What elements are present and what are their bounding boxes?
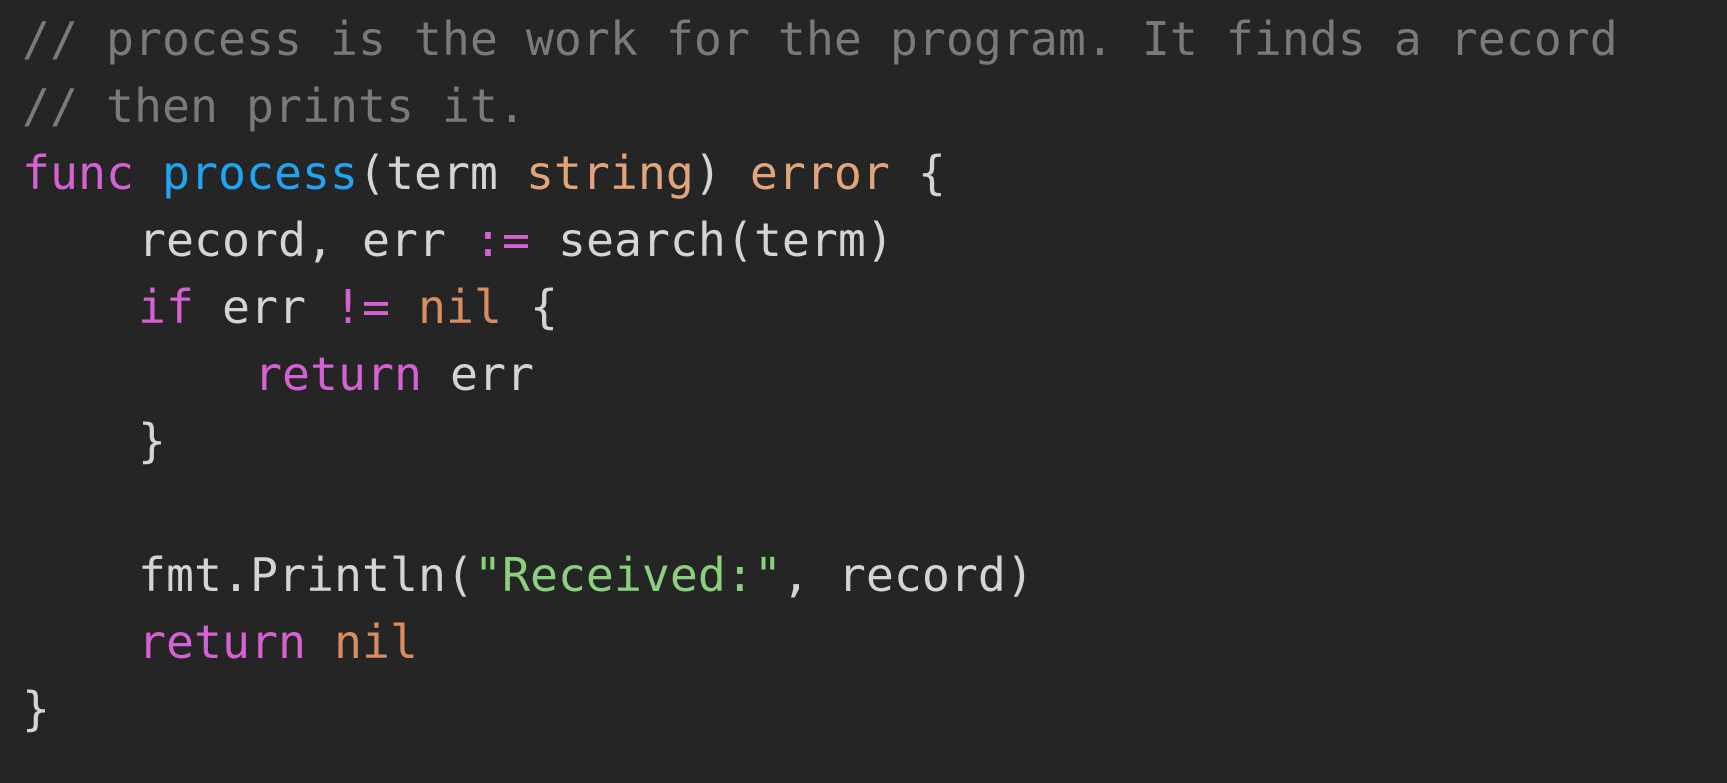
code-line[interactable]: record, err := search(term)	[22, 207, 1727, 274]
code-token-plain: }	[22, 682, 50, 736]
code-token-plain: {	[501, 280, 558, 334]
code-token-constant: nil	[417, 280, 502, 334]
code-token-keyword: return	[138, 615, 306, 669]
code-lines: // process is the work for the program. …	[22, 6, 1727, 743]
code-token-funcname: process	[161, 146, 358, 200]
code-token-plain: err	[421, 347, 534, 401]
code-token-plain: record, err	[138, 213, 474, 267]
code-token-plain: search(term)	[529, 213, 894, 267]
code-line[interactable]: // then prints it.	[22, 73, 1727, 140]
code-token-plain: , record)	[781, 548, 1034, 602]
code-token-plain: }	[138, 414, 166, 468]
code-token-plain: {	[889, 146, 946, 200]
code-token-keyword: func	[22, 146, 134, 200]
code-token-comment: // process is the work for the program. …	[22, 12, 1618, 66]
code-token-operator: !=	[333, 280, 390, 334]
code-token-type: string	[525, 146, 694, 200]
code-line[interactable]: ​	[22, 475, 1727, 542]
code-line[interactable]: }	[22, 676, 1727, 743]
code-editor[interactable]: // process is the work for the program. …	[0, 6, 1727, 783]
code-token-operator: :=	[473, 213, 530, 267]
code-line[interactable]: return nil	[22, 609, 1727, 676]
code-token-string: "Received:"	[473, 548, 782, 602]
code-token-plain: )	[693, 146, 750, 200]
code-line[interactable]: return err	[22, 341, 1727, 408]
code-line[interactable]: func process(term string) error {	[22, 140, 1727, 207]
code-token-plain: fmt.Println(	[138, 548, 474, 602]
code-line[interactable]: }	[22, 408, 1727, 475]
code-token-type: error	[749, 146, 890, 200]
code-token-keyword: if	[138, 280, 194, 334]
code-token-constant: nil	[333, 615, 418, 669]
code-line[interactable]: if err != nil {	[22, 274, 1727, 341]
code-token-comment: // then prints it.	[22, 79, 526, 133]
code-token-keyword: return	[254, 347, 422, 401]
code-line[interactable]: // process is the work for the program. …	[22, 6, 1727, 73]
code-token-plain: (term	[357, 146, 526, 200]
code-line[interactable]: fmt.Println("Received:", record)	[22, 542, 1727, 609]
code-token-plain: err	[194, 280, 334, 334]
